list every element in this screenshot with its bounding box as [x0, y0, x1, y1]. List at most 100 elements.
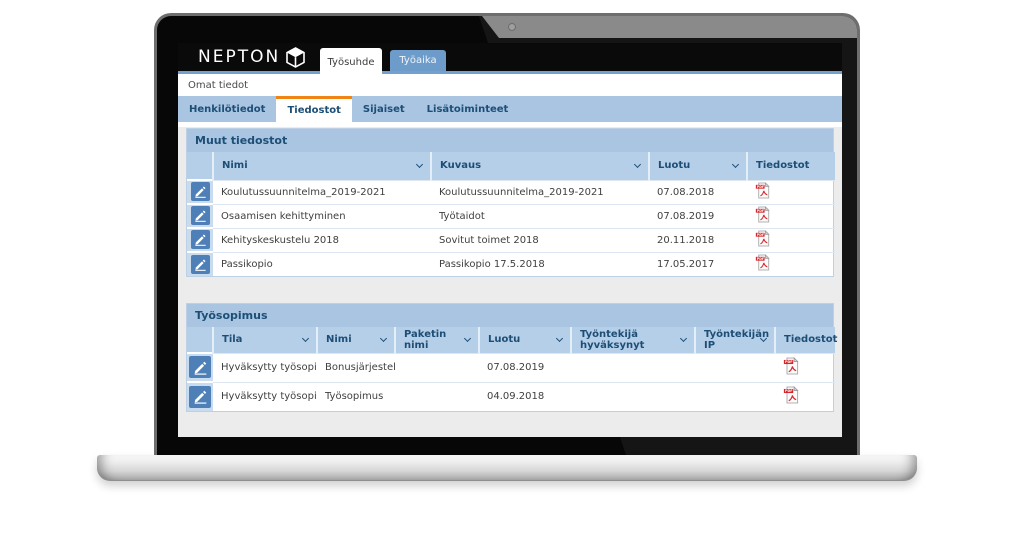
cell-luotu: 07.08.2019: [479, 353, 571, 382]
webcam-icon: [508, 23, 516, 31]
cell-luotu: 04.09.2018: [479, 382, 571, 411]
tab-tyosuhde[interactable]: Työsuhde: [320, 48, 382, 77]
chevron-down-icon: [302, 335, 309, 342]
cell-hyvaksynyt: [571, 353, 695, 382]
cell-tiedostot: [747, 204, 835, 228]
cell-luotu: 07.08.2018: [649, 180, 747, 204]
edit-icon[interactable]: [189, 356, 211, 378]
tyosopimus-block: Työsopimus Tila Nimi Paketin nimi Luotu …: [186, 303, 834, 412]
column-header-paketin-nimi[interactable]: Paketin nimi: [395, 327, 479, 353]
edit-icon[interactable]: [189, 386, 211, 408]
column-header-tyontekija-hyvaksynyt[interactable]: Työntekijä hyväksynyt: [571, 327, 695, 353]
table-row: Osaamisen kehittyminen Työtaidot 07.08.2…: [187, 204, 835, 228]
breadcrumb-label: Omat tiedot: [188, 80, 248, 91]
table-header-row: Tila Nimi Paketin nimi Luotu Työntekijä …: [187, 327, 835, 353]
pdf-file-icon[interactable]: [755, 254, 770, 271]
cell-tila: Hyväksytty työsopimus: [213, 353, 317, 382]
cell-kuvaus: Passikopio 17.5.2018: [431, 252, 649, 276]
pdf-file-icon[interactable]: [755, 182, 770, 199]
table-row: Kehityskeskustelu 2018 Sovitut toimet 20…: [187, 228, 835, 252]
nav-label: Henkilötiedot: [189, 104, 265, 115]
cell-paketin-nimi: [395, 353, 479, 382]
app-header-bar: NEPTON Työsuhde Työaika: [178, 43, 842, 71]
cell-ip: [695, 382, 775, 411]
laptop-base: [97, 455, 917, 481]
row-edit-cell: [187, 180, 213, 204]
main-content: Muut tiedostot Nimi Kuvaus Luotu Tiedost…: [178, 127, 842, 437]
cell-nimi: Työsopimus: [317, 382, 395, 411]
tab-tyoaika-label: Työaika: [399, 55, 436, 66]
tyosopimus-title: Työsopimus: [187, 304, 833, 327]
pdf-file-icon[interactable]: [783, 357, 799, 375]
edit-icon[interactable]: [191, 255, 210, 274]
nav-label: Tiedostot: [287, 105, 340, 116]
column-header-kuvaus[interactable]: Kuvaus: [431, 152, 649, 180]
cell-luotu: 20.11.2018: [649, 228, 747, 252]
column-header-tiedostot: Tiedostot: [775, 327, 835, 353]
edit-icon[interactable]: [191, 182, 210, 201]
nav-item-lisatoiminteet[interactable]: Lisätoiminteet: [416, 96, 520, 122]
tyosopimus-table: Tila Nimi Paketin nimi Luotu Työntekijä …: [187, 327, 835, 411]
cell-nimi: Kehityskeskustelu 2018: [213, 228, 431, 252]
chevron-down-icon: [634, 161, 641, 168]
chevron-down-icon: [556, 335, 563, 342]
pdf-file-icon[interactable]: [755, 230, 770, 247]
edit-icon[interactable]: [191, 230, 210, 249]
edit-icon[interactable]: [191, 206, 210, 225]
section-navbar: Henkilötiedot Tiedostot Sijaiset Lisätoi…: [178, 96, 842, 122]
pdf-file-icon[interactable]: [783, 386, 799, 404]
nav-item-henkilotiedot[interactable]: Henkilötiedot: [178, 96, 276, 122]
column-header-luotu[interactable]: Luotu: [479, 327, 571, 353]
logo-text: NEPTON: [198, 47, 280, 67]
cell-ip: [695, 353, 775, 382]
row-edit-cell: [187, 252, 213, 276]
column-header-nimi[interactable]: Nimi: [317, 327, 395, 353]
table-row: Passikopio Passikopio 17.5.2018 17.05.20…: [187, 252, 835, 276]
cell-nimi: Passikopio: [213, 252, 431, 276]
app-screen: NEPTON Työsuhde Työaika Omat tiedot Henk…: [178, 43, 842, 437]
camera-housing: [482, 16, 857, 38]
chevron-down-icon: [416, 161, 423, 168]
chevron-down-icon: [680, 335, 687, 342]
nav-label: Sijaiset: [363, 104, 405, 115]
cell-luotu: 07.08.2019: [649, 204, 747, 228]
nepton-logo: NEPTON: [198, 47, 305, 68]
pdf-file-icon[interactable]: [755, 206, 770, 223]
chevron-down-icon: [464, 335, 471, 342]
cell-tiedostot: [775, 353, 835, 382]
nav-label: Lisätoiminteet: [427, 104, 509, 115]
cell-tiedostot: [747, 180, 835, 204]
cell-hyvaksynyt: [571, 382, 695, 411]
cell-kuvaus: Työtaidot: [431, 204, 649, 228]
column-header-nimi[interactable]: Nimi: [213, 152, 431, 180]
table-row: Hyväksytty työsopimus Työsopimus 04.09.2…: [187, 382, 835, 411]
cell-tiedostot: [747, 228, 835, 252]
chevron-down-icon: [380, 335, 387, 342]
cell-paketin-nimi: [395, 382, 479, 411]
cell-kuvaus: Koulutussuunnitelma_2019-2021: [431, 180, 649, 204]
icon-column-header: [187, 152, 213, 180]
breadcrumb[interactable]: Omat tiedot: [178, 74, 842, 96]
cell-nimi: Koulutussuunnitelma_2019-2021: [213, 180, 431, 204]
cell-tila: Hyväksytty työsopimus: [213, 382, 317, 411]
row-edit-cell: [187, 204, 213, 228]
nav-item-tiedostot[interactable]: Tiedostot: [276, 96, 351, 122]
column-header-tyontekijan-ip[interactable]: Työntekijän IP: [695, 327, 775, 353]
cell-nimi: Bonusjärjestelmä: [317, 353, 395, 382]
cell-luotu: 17.05.2017: [649, 252, 747, 276]
chevron-down-icon: [732, 161, 739, 168]
nav-item-sijaiset[interactable]: Sijaiset: [352, 96, 416, 122]
muut-tiedostot-title: Muut tiedostot: [187, 129, 833, 152]
muut-tiedostot-block: Muut tiedostot Nimi Kuvaus Luotu Tiedost…: [186, 128, 834, 277]
column-header-luotu[interactable]: Luotu: [649, 152, 747, 180]
column-header-tiedostot: Tiedostot: [747, 152, 835, 180]
table-row: Hyväksytty työsopimus Bonusjärjestelmä 0…: [187, 353, 835, 382]
cell-kuvaus: Sovitut toimet 2018: [431, 228, 649, 252]
cell-tiedostot: [775, 382, 835, 411]
cube-icon: [286, 47, 305, 68]
cell-nimi: Osaamisen kehittyminen: [213, 204, 431, 228]
tab-tyoaika[interactable]: Työaika: [390, 50, 446, 71]
cell-tiedostot: [747, 252, 835, 276]
tab-tyosuhde-label: Työsuhde: [328, 57, 375, 68]
column-header-tila[interactable]: Tila: [213, 327, 317, 353]
